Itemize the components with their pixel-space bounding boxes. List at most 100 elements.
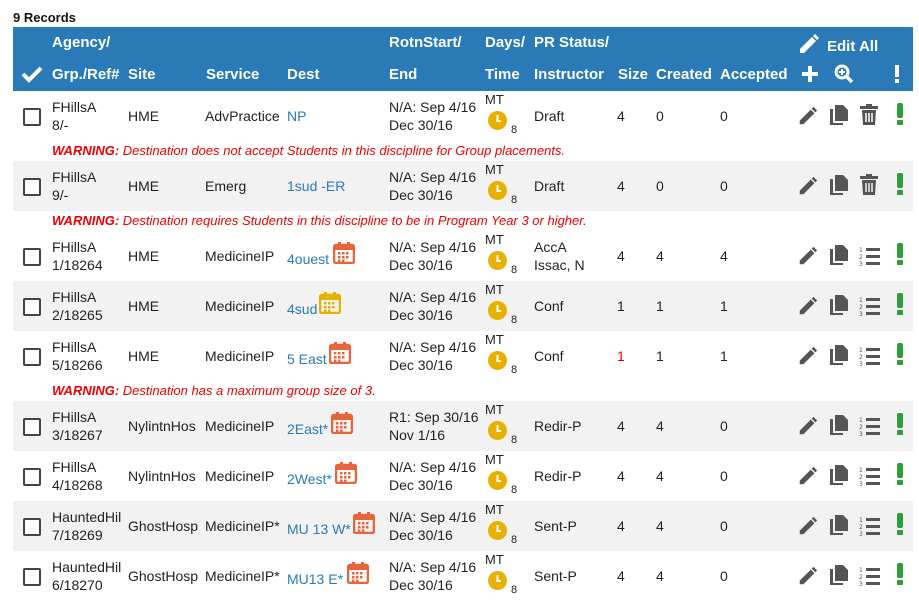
ref-cell: 7/18269 bbox=[52, 527, 103, 543]
ref-cell: 8/- bbox=[52, 117, 69, 133]
table-row: FHillsA 9/- HME Emerg 1sud -ER N/A: Sep 4/16 D… bbox=[13, 161, 913, 211]
copy-icon[interactable] bbox=[829, 414, 849, 439]
list-icon[interactable]: 123 bbox=[859, 466, 881, 489]
copy-icon[interactable] bbox=[829, 294, 849, 319]
copy-icon[interactable] bbox=[829, 104, 849, 129]
site-cell: HME bbox=[128, 298, 160, 314]
col-site[interactable]: Site bbox=[128, 66, 156, 84]
edit-all-button[interactable]: Edit All bbox=[827, 38, 878, 56]
copy-icon[interactable] bbox=[829, 244, 849, 269]
status-exclamation-icon[interactable] bbox=[896, 173, 904, 198]
list-icon[interactable]: 123 bbox=[859, 566, 881, 589]
time-cell: 8 bbox=[511, 434, 518, 446]
edit-all-pencil-icon[interactable] bbox=[797, 32, 821, 56]
row-checkbox[interactable] bbox=[23, 348, 41, 366]
add-icon[interactable] bbox=[801, 65, 819, 83]
status-exclamation-icon[interactable] bbox=[896, 243, 904, 268]
copy-icon[interactable] bbox=[829, 514, 849, 539]
delete-icon[interactable] bbox=[859, 174, 879, 199]
row-checkbox[interactable] bbox=[23, 568, 41, 586]
dest-link[interactable]: 4ouest bbox=[287, 250, 329, 268]
status-exclamation-icon[interactable] bbox=[896, 463, 904, 488]
col-rotn-start[interactable]: RotnStart/ bbox=[389, 34, 462, 52]
col-created[interactable]: Created bbox=[656, 66, 712, 84]
status-exclamation-icon[interactable] bbox=[896, 563, 904, 588]
status-exclamation-icon[interactable] bbox=[896, 513, 904, 538]
dest-link[interactable]: 2West* bbox=[287, 470, 332, 488]
rotation-end-cell: Dec 30/16 bbox=[389, 257, 453, 273]
list-icon[interactable]: 123 bbox=[859, 346, 881, 369]
col-accepted[interactable]: Accepted bbox=[720, 66, 788, 84]
copy-icon[interactable] bbox=[829, 344, 849, 369]
copy-icon[interactable] bbox=[829, 174, 849, 199]
edit-pencil-icon[interactable] bbox=[797, 105, 819, 130]
edit-pencil-icon[interactable] bbox=[797, 465, 819, 490]
status-exclamation-icon[interactable] bbox=[896, 413, 904, 438]
list-icon[interactable]: 123 bbox=[859, 516, 881, 539]
clock-icon bbox=[488, 181, 507, 200]
delete-icon[interactable] bbox=[859, 104, 879, 129]
calendar-icon[interactable] bbox=[328, 342, 352, 365]
dest-link[interactable]: NP bbox=[287, 107, 306, 125]
site-cell: HME bbox=[128, 248, 160, 264]
agency-cell: FHillsA bbox=[52, 339, 97, 355]
dest-link[interactable]: 4sud bbox=[287, 300, 317, 318]
col-pr-status[interactable]: PR Status/ bbox=[534, 34, 609, 52]
copy-icon[interactable] bbox=[829, 464, 849, 489]
col-days[interactable]: Days/ bbox=[485, 34, 525, 52]
site-cell: GhostHosp bbox=[128, 518, 199, 534]
edit-pencil-icon[interactable] bbox=[797, 515, 819, 540]
list-icon[interactable]: 123 bbox=[859, 246, 881, 269]
list-icon[interactable]: 123 bbox=[859, 296, 881, 319]
dest-link[interactable]: 2East* bbox=[287, 420, 328, 438]
row-checkbox[interactable] bbox=[23, 518, 41, 536]
pr-status-cell: Conf bbox=[534, 348, 564, 364]
time-cell: 8 bbox=[511, 364, 518, 376]
clock-icon bbox=[488, 521, 507, 540]
calendar-icon[interactable] bbox=[334, 462, 358, 485]
row-checkbox[interactable] bbox=[23, 248, 41, 266]
dest-link[interactable]: MU 13 W* bbox=[287, 520, 351, 538]
created-cell: 4 bbox=[656, 418, 664, 434]
col-size[interactable]: Size bbox=[618, 66, 648, 84]
col-agency[interactable]: Agency/ bbox=[52, 34, 110, 52]
col-time[interactable]: Time bbox=[485, 66, 520, 84]
calendar-icon[interactable] bbox=[346, 562, 370, 585]
days-cell: MT bbox=[485, 402, 504, 417]
calendar-icon[interactable] bbox=[330, 412, 354, 435]
col-dest[interactable]: Dest bbox=[287, 66, 320, 84]
row-checkbox[interactable] bbox=[23, 298, 41, 316]
edit-pencil-icon[interactable] bbox=[797, 415, 819, 440]
select-all-check-icon[interactable] bbox=[21, 65, 43, 83]
calendar-icon[interactable] bbox=[332, 242, 356, 265]
col-service[interactable]: Service bbox=[206, 66, 259, 84]
edit-pencil-icon[interactable] bbox=[797, 175, 819, 200]
zoom-search-icon[interactable] bbox=[834, 64, 854, 84]
col-grp-ref[interactable]: Grp./Ref# bbox=[52, 66, 120, 84]
edit-pencil-icon[interactable] bbox=[797, 345, 819, 370]
row-checkbox[interactable] bbox=[23, 108, 41, 126]
calendar-icon[interactable] bbox=[318, 292, 342, 315]
svg-text:3: 3 bbox=[859, 581, 863, 586]
col-instructor[interactable]: Instructor bbox=[534, 66, 604, 84]
row-checkbox[interactable] bbox=[23, 418, 41, 436]
service-cell: AdvPractice bbox=[205, 108, 280, 124]
list-icon[interactable]: 123 bbox=[859, 416, 881, 439]
status-exclamation-icon[interactable] bbox=[896, 343, 904, 368]
dest-link[interactable]: 5 East bbox=[287, 350, 327, 368]
edit-pencil-icon[interactable] bbox=[797, 245, 819, 270]
row-checkbox[interactable] bbox=[23, 178, 41, 196]
site-cell: GhostHosp bbox=[128, 568, 199, 584]
status-exclamation-icon[interactable] bbox=[896, 293, 904, 318]
col-end[interactable]: End bbox=[389, 66, 417, 84]
size-cell: 4 bbox=[617, 248, 625, 264]
exclamation-icon bbox=[895, 65, 899, 83]
row-checkbox[interactable] bbox=[23, 468, 41, 486]
dest-link[interactable]: MU13 E* bbox=[287, 570, 343, 588]
edit-pencil-icon[interactable] bbox=[797, 295, 819, 320]
edit-pencil-icon[interactable] bbox=[797, 565, 819, 590]
dest-link[interactable]: 1sud -ER bbox=[287, 177, 345, 195]
copy-icon[interactable] bbox=[829, 564, 849, 589]
status-exclamation-icon[interactable] bbox=[896, 103, 904, 128]
calendar-icon[interactable] bbox=[352, 512, 376, 535]
